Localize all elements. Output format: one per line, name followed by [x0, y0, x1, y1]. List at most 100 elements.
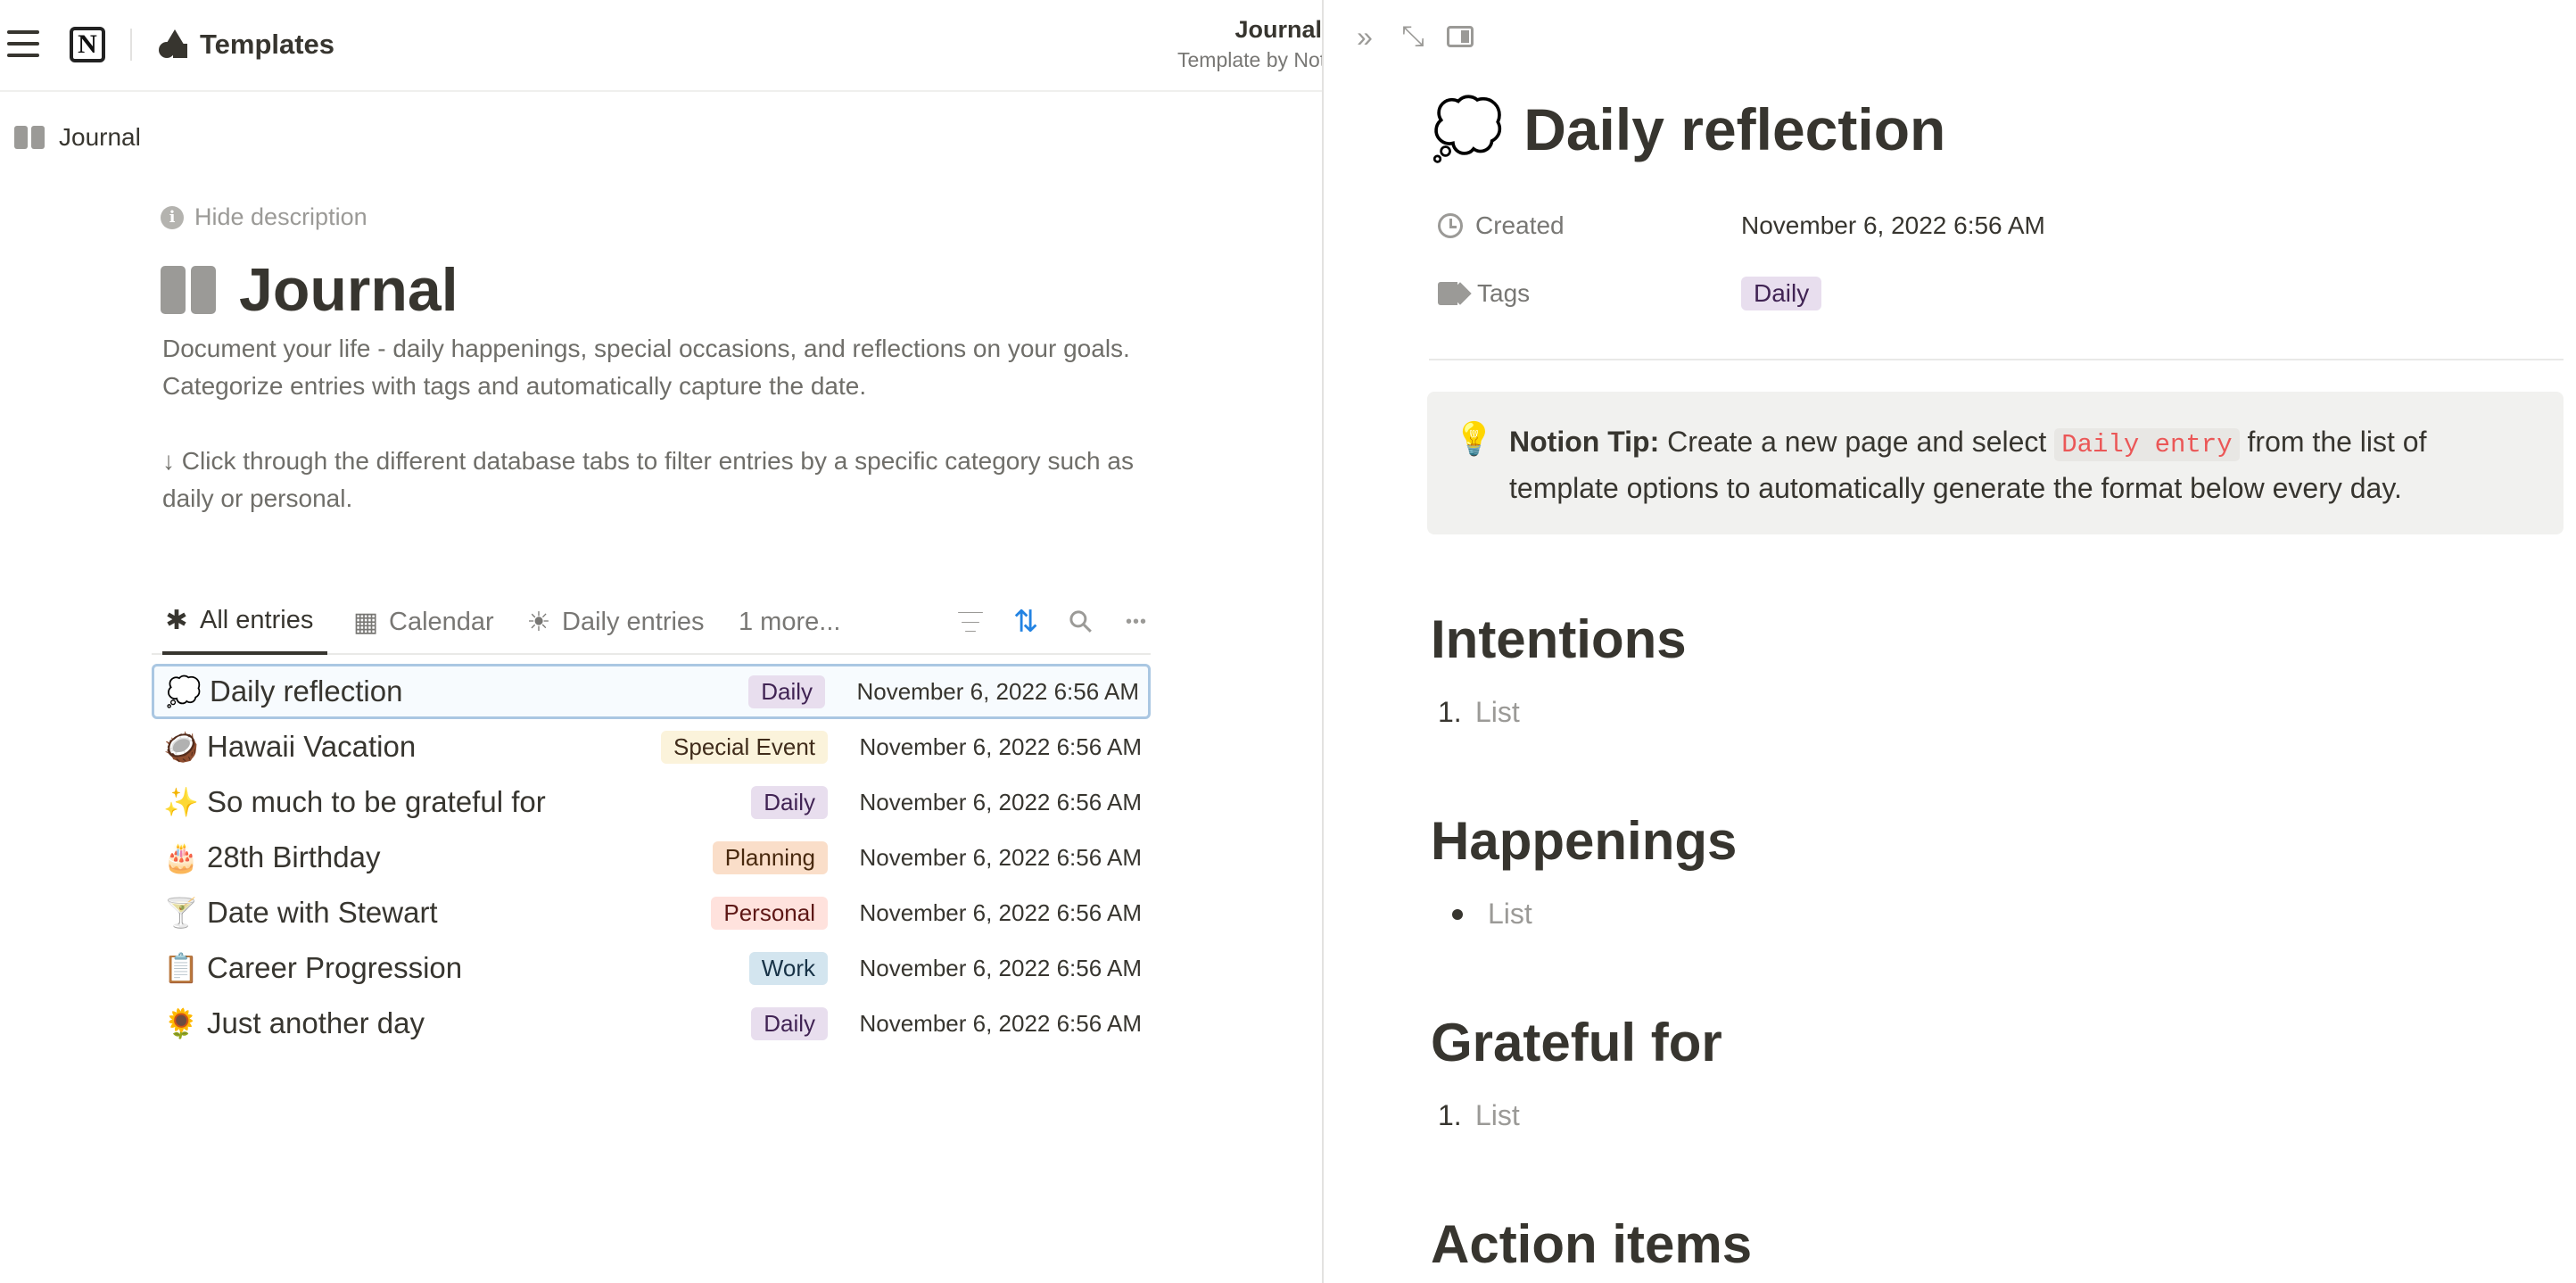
row-name[interactable]: Daily reflection: [210, 675, 748, 708]
row-date: November 6, 2022 6:56 AM: [859, 788, 1142, 815]
heading-action-items[interactable]: Action items: [1431, 1212, 1752, 1278]
row-date: November 6, 2022 6:56 AM: [859, 733, 1142, 760]
tab-label: All entries: [200, 605, 314, 634]
template-header: Journal Template by Notion: [1177, 14, 1322, 75]
row-name[interactable]: 28th Birthday: [207, 840, 713, 874]
more-options-icon[interactable]: •••: [1122, 608, 1151, 636]
birthday-cake-icon: 🎂: [163, 841, 199, 873]
callout-text[interactable]: Notion Tip: Create a new page and select…: [1509, 420, 2535, 509]
tab-daily-entries[interactable]: ☀ Daily entries: [524, 589, 705, 655]
tab-more[interactable]: 1 more...: [739, 589, 840, 655]
created-value: November 6, 2022 6:56 AM: [1741, 211, 2045, 239]
callout-bold: Notion Tip:: [1509, 426, 1660, 458]
table-row[interactable]: ✨ So much to be grateful for Daily Novem…: [152, 774, 1151, 830]
tag-badge: Planning: [712, 840, 828, 874]
sort-icon[interactable]: ⇅: [1011, 605, 1040, 639]
template-subtitle: Template by Notion: [1177, 48, 1322, 71]
peek-panel: » ⤡ 💭 Daily reflection Created November …: [1322, 0, 2576, 1283]
row-date: November 6, 2022 6:56 AM: [856, 677, 1139, 705]
clock-icon: [1438, 213, 1463, 238]
templates-breadcrumb[interactable]: Templates: [159, 27, 334, 62]
page-breadcrumb[interactable]: Journal: [14, 123, 141, 152]
tab-all-entries[interactable]: ✱ All entries: [162, 589, 328, 655]
table-row[interactable]: 🥥 Hawaii Vacation Special Event November…: [152, 719, 1151, 774]
list-placeholder: List: [1475, 1099, 1520, 1131]
top-bar: N Templates Journal Template by Notion: [0, 0, 1322, 92]
thought-bubble-icon: 💭: [166, 675, 202, 708]
table-row[interactable]: 💭 Daily reflection Daily November 6, 202…: [152, 664, 1151, 719]
list-placeholder: List: [1488, 898, 1532, 930]
cocktail-icon: 🍸: [163, 897, 199, 929]
tag-icon: [1438, 282, 1465, 305]
property-label[interactable]: Created: [1438, 211, 1741, 240]
row-name[interactable]: Date with Stewart: [207, 896, 711, 930]
tag-badge: Daily: [748, 675, 825, 708]
table-row[interactable]: 🌻 Just another day Daily November 6, 202…: [152, 996, 1151, 1051]
peek-title-text[interactable]: Daily reflection: [1523, 94, 1945, 165]
row-name[interactable]: Career Progression: [207, 951, 749, 985]
tags-label: Tags: [1477, 279, 1531, 307]
thought-bubble-icon[interactable]: 💭: [1431, 95, 1504, 164]
tags-value-badge[interactable]: Daily: [1741, 277, 1822, 310]
tab-label: Daily entries: [562, 607, 705, 636]
asterisk-icon: ✱: [165, 605, 188, 635]
page-title-text[interactable]: Journal: [239, 254, 458, 326]
table-row[interactable]: 🎂 28th Birthday Planning November 6, 202…: [152, 830, 1151, 885]
light-bulb-icon[interactable]: 💡: [1454, 420, 1494, 458]
bullet-icon: [1452, 908, 1463, 920]
breadcrumb-label: Journal: [59, 123, 141, 151]
row-name[interactable]: Hawaii Vacation: [207, 730, 661, 764]
heading-happenings[interactable]: Happenings: [1431, 808, 1737, 874]
database-tabs: ✱ All entries ▦ Calendar ☀ Daily entries…: [152, 589, 1151, 655]
row-name[interactable]: So much to be grateful for: [207, 785, 751, 819]
sun-icon: ☀: [526, 607, 551, 637]
list-number: 1.: [1438, 696, 1462, 728]
list-number: 1.: [1438, 1099, 1462, 1131]
collapse-panel-icon[interactable]: »: [1350, 21, 1379, 54]
template-title: Journal: [1234, 16, 1322, 43]
expand-icon[interactable]: ⤡: [1399, 20, 1427, 54]
notion-tip-callout: 💡 Notion Tip: Create a new page and sele…: [1427, 392, 2564, 534]
table-row[interactable]: 📋 Career Progression Work November 6, 20…: [152, 940, 1151, 996]
property-tags: Tags Daily: [1438, 273, 1822, 314]
list-item[interactable]: 1. List: [1438, 1099, 1520, 1132]
notion-logo-icon[interactable]: N: [70, 27, 105, 62]
hide-description-button[interactable]: i Hide description: [161, 203, 367, 231]
clipboard-icon: 📋: [163, 952, 199, 984]
templates-shapes-icon: [159, 29, 189, 60]
book-icon[interactable]: [161, 266, 216, 314]
list-placeholder: List: [1475, 696, 1520, 728]
divider: [1429, 359, 2564, 360]
calendar-icon: ▦: [352, 607, 379, 637]
heading-grateful-for[interactable]: Grateful for: [1431, 1010, 1722, 1076]
list-item[interactable]: List: [1438, 898, 1532, 931]
row-date: November 6, 2022 6:56 AM: [859, 843, 1142, 871]
entries-table: 💭 Daily reflection Daily November 6, 202…: [152, 664, 1151, 1051]
menu-icon[interactable]: [7, 30, 39, 57]
list-item[interactable]: 1. List: [1438, 696, 1520, 729]
tag-badge: Daily: [751, 785, 828, 819]
property-label[interactable]: Tags: [1438, 279, 1741, 308]
row-date: November 6, 2022 6:56 AM: [859, 1009, 1142, 1037]
filter-icon[interactable]: [956, 608, 985, 636]
hide-description-label: Hide description: [194, 203, 367, 230]
table-row[interactable]: 🍸 Date with Stewart Personal November 6,…: [152, 885, 1151, 940]
description-line: Document your life - daily happenings, s…: [162, 335, 1130, 362]
created-label: Created: [1475, 211, 1565, 239]
row-name[interactable]: Just another day: [207, 1006, 751, 1040]
sparkles-icon: ✨: [163, 786, 199, 818]
tag-badge: Work: [748, 951, 828, 985]
tab-calendar[interactable]: ▦ Calendar: [351, 589, 494, 655]
heading-intentions[interactable]: Intentions: [1431, 607, 1687, 673]
side-peek-icon[interactable]: [1447, 26, 1474, 47]
tab-label: 1 more...: [739, 607, 841, 636]
sunflower-icon: 🌻: [163, 1007, 199, 1039]
tab-label: Calendar: [389, 607, 494, 636]
row-date: November 6, 2022 6:56 AM: [859, 898, 1142, 926]
page-description: Document your life - daily happenings, s…: [162, 330, 1161, 517]
view-tools: ⇅ ⚲ •••: [956, 589, 1151, 655]
templates-label: Templates: [200, 29, 335, 60]
page-title: Journal: [161, 254, 458, 326]
tag-badge: Daily: [751, 1006, 828, 1040]
search-icon[interactable]: ⚲: [1061, 601, 1101, 642]
